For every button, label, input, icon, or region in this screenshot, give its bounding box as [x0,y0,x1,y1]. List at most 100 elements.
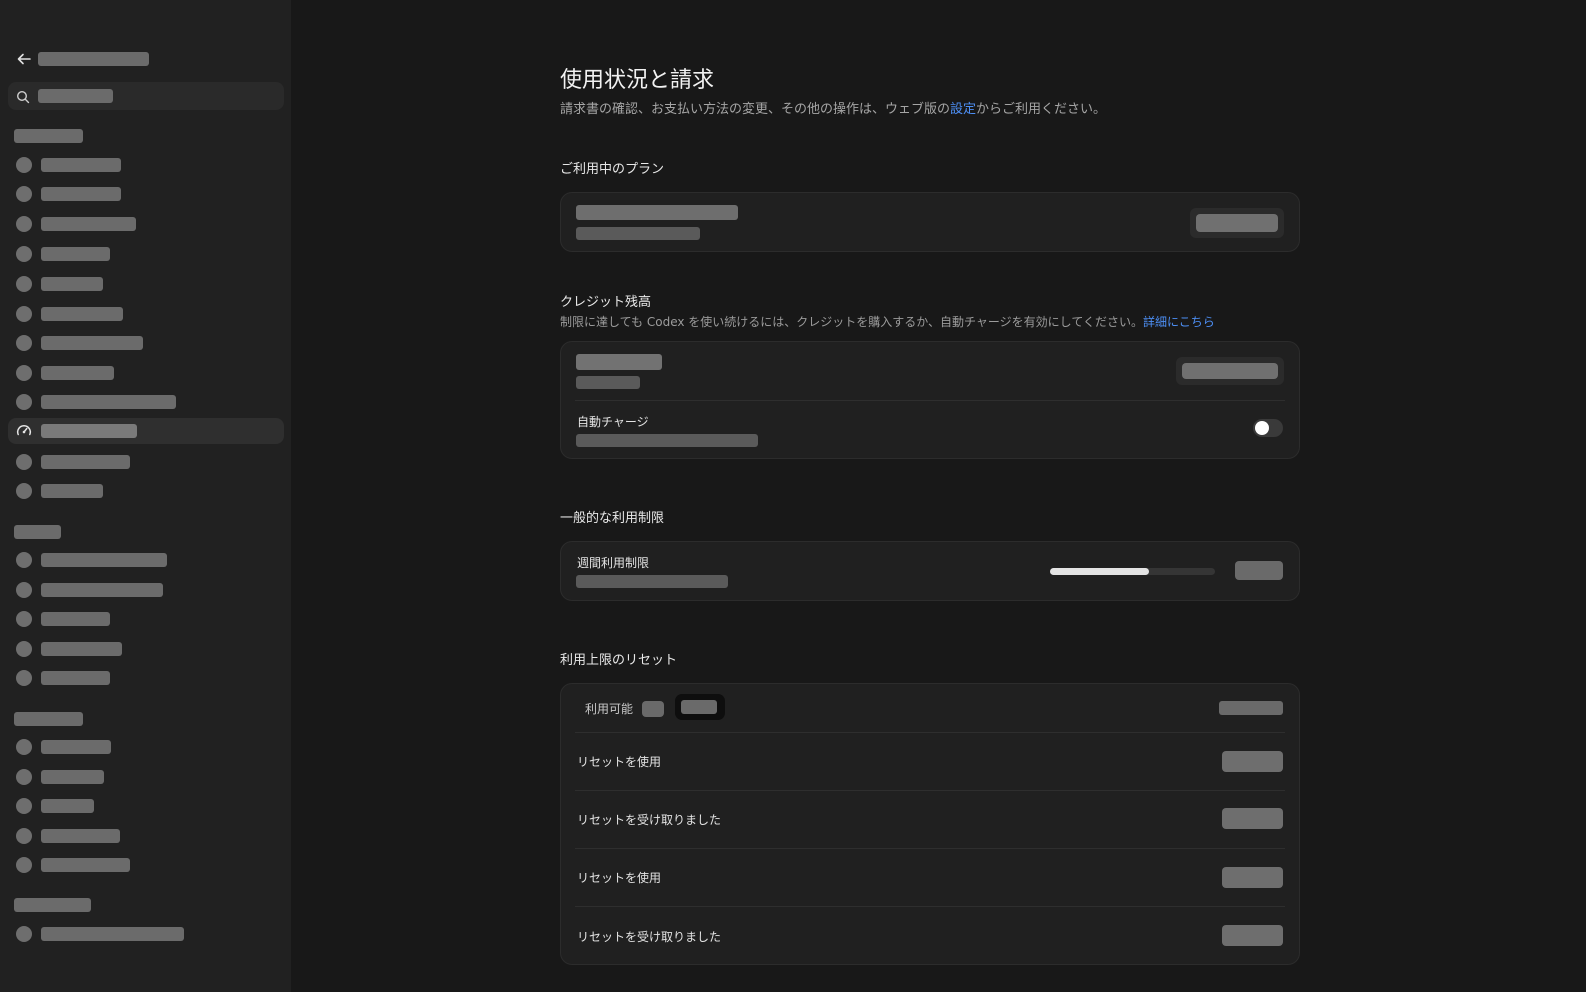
sidebar-item-label [41,671,110,685]
item-icon [16,335,32,351]
item-icon [16,306,32,322]
subtitle-text: 請求書の確認、お支払い方法の変更、その他の操作は、ウェブ版の [560,102,951,117]
sidebar-section-header [14,525,61,539]
auto-charge-desc-placeholder [576,434,758,447]
search-placeholder [38,89,113,103]
sidebar-section-header [14,129,83,143]
sidebar-item[interactable] [8,360,284,386]
item-icon [16,552,32,568]
buy-credits-button[interactable] [1176,357,1284,385]
sidebar-item-label [41,277,103,291]
search-input[interactable] [8,82,284,110]
sidebar-item-label [41,424,137,438]
sidebar-item-label [41,740,111,754]
sidebar-item[interactable] [8,577,284,603]
sidebar-item[interactable] [8,823,284,849]
auto-charge-label: 自動チャージ [577,415,649,429]
resets-section-title: 利用上限のリセット [560,653,678,668]
limits-section-title: 一般的な利用制限 [560,511,665,526]
plan-detail-placeholder [576,227,700,240]
resets-card: 利用可能 リセットを使用 リセットを受け取りました リセットを使用 リセットを受… [560,683,1300,965]
sidebar-item[interactable] [8,241,284,267]
reset-row-value [1222,751,1283,772]
item-icon [16,483,32,499]
sidebar-section-header [14,712,83,726]
sidebar-item-label [41,307,123,321]
subtitle-text-end: からご利用ください。 [976,102,1107,117]
divider [575,790,1285,791]
item-icon [16,582,32,598]
item-icon [16,394,32,410]
sidebar-item-label [41,642,122,656]
sidebar-item-label [41,484,103,498]
credit-detail-placeholder [576,376,640,389]
sidebar-item-label [41,217,136,231]
plan-action-button[interactable] [1190,208,1284,238]
sidebar-item[interactable] [8,181,284,207]
sidebar-item[interactable] [8,852,284,878]
page-subtitle: 請求書の確認、お支払い方法の変更、その他の操作は、ウェブ版の設定からご利用くださ… [560,98,1106,117]
sidebar-item[interactable] [8,271,284,297]
sidebar-item-label [41,366,114,380]
available-count-chip [642,701,664,717]
sidebar-item[interactable] [8,734,284,760]
auto-charge-toggle[interactable] [1253,419,1283,437]
gauge-icon [15,422,33,440]
sidebar-item-label [41,336,143,350]
item-icon [16,828,32,844]
divider [575,732,1285,733]
sidebar [0,0,291,992]
sidebar-item-label [41,395,176,409]
page-title: 使用状況と請求 [560,68,715,93]
item-icon [16,454,32,470]
credits-description: 制限に達しても Codex を使い続けるには、クレジットを購入するか、自動チャー… [560,313,1215,330]
sidebar-item[interactable] [8,478,284,504]
sidebar-item-label [41,455,130,469]
sidebar-item-label [41,187,121,201]
sidebar-item[interactable] [8,449,284,475]
sidebar-item-label [41,158,121,172]
sidebar-item-label [41,612,110,626]
sidebar-item-label [41,247,110,261]
arrow-left-icon[interactable] [14,49,34,69]
available-value-chip[interactable] [675,694,725,720]
reset-row-value [1222,808,1283,829]
sidebar-item[interactable] [8,764,284,790]
reset-row-label: リセットを受け取りました [577,813,722,827]
weekly-limit-label: 週間利用制限 [577,556,650,570]
sidebar-item[interactable] [8,389,284,415]
settings-link[interactable]: 設定 [950,102,976,117]
sidebar-item[interactable] [8,152,284,178]
sidebar-item[interactable] [8,547,284,573]
sidebar-item-label [41,799,94,813]
sidebar-item-label [41,858,130,872]
toggle-knob [1255,421,1269,435]
credits-section-title: クレジット残高 [560,295,652,310]
sidebar-item[interactable] [8,330,284,356]
sidebar-title-placeholder [38,52,149,66]
sidebar-item[interactable] [8,606,284,632]
divider [575,400,1285,401]
sidebar-item[interactable] [8,793,284,819]
plan-name-placeholder [576,205,738,220]
credits-learn-more-link[interactable]: 詳細にこちら [1143,315,1215,329]
sidebar-item[interactable] [8,665,284,691]
item-icon [16,186,32,202]
item-icon [16,798,32,814]
divider [575,906,1285,907]
item-icon [16,857,32,873]
sidebar-item[interactable] [8,301,284,327]
item-icon [16,670,32,686]
progress-fill [1050,568,1149,575]
sidebar-item[interactable] [8,921,284,947]
sidebar-item[interactable] [8,636,284,662]
sidebar-item-label [41,770,104,784]
reset-row-label: リセットを使用 [577,755,662,769]
sidebar-item-label [41,927,184,941]
sidebar-item[interactable] [8,211,284,237]
item-icon [16,739,32,755]
item-icon [16,641,32,657]
sidebar-item-usage-billing[interactable] [8,418,284,444]
item-icon [16,926,32,942]
item-icon [16,611,32,627]
